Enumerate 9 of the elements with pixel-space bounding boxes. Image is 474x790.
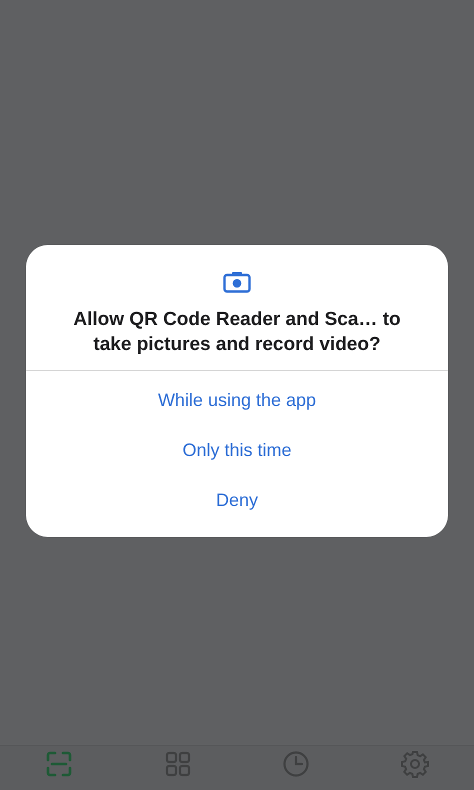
settings-icon[interactable] [400, 750, 429, 778]
option-button[interactable]: Deny [196, 475, 278, 525]
scan-icon[interactable] [45, 750, 74, 778]
option-button[interactable]: Only this time [162, 425, 312, 475]
dialog-title: Allow QR Code Reader and Sca… to take pictures and record video? [72, 308, 402, 357]
option-button[interactable]: While using the app [138, 375, 336, 425]
clock-icon[interactable] [282, 750, 310, 778]
camera-icon [223, 271, 251, 293]
grid-icon[interactable] [164, 750, 192, 778]
